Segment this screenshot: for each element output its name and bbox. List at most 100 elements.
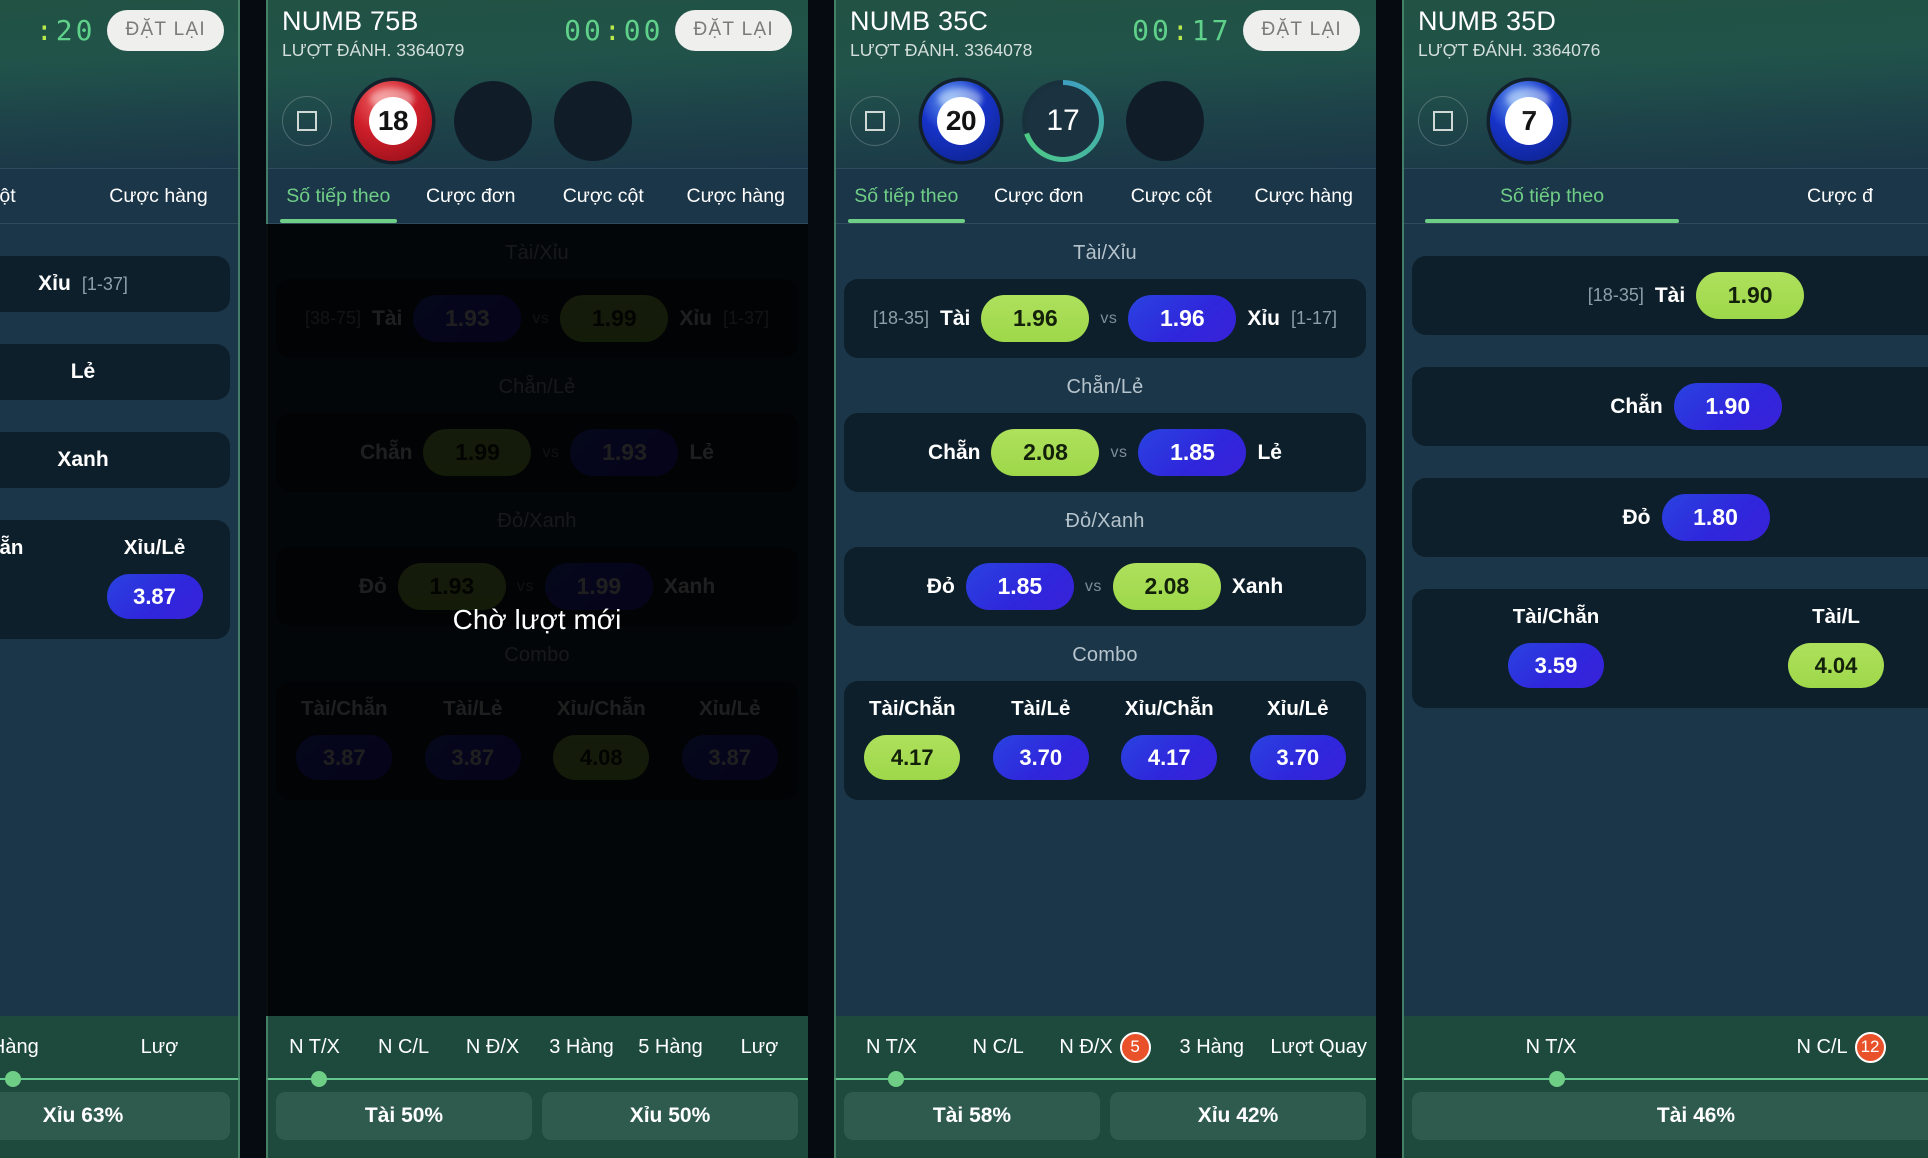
- draw-balls-row: 7: [1402, 74, 1928, 168]
- waiting-text: Chờ lượt mới: [452, 604, 622, 635]
- left-option-label: Chẵn: [927, 440, 981, 464]
- tab-3[interactable]: Cược hàng: [670, 169, 803, 223]
- left-odds-button[interactable]: 1.90: [1673, 383, 1782, 430]
- history-tab-label: N Đ/X: [1059, 1035, 1113, 1058]
- bet-row-line: [18-35] Tài 1.96 vs 1.96 Xỉu [1-17]: [854, 295, 1356, 342]
- combo-odds-button[interactable]: 4.04: [1788, 643, 1884, 688]
- history-tab-1[interactable]: N C/L: [359, 1036, 448, 1059]
- section-title-0: Tài/Xỉu: [1073, 242, 1137, 264]
- bet-row-line: Đỏ 1.85 vs 2.08 Xanh: [854, 563, 1356, 610]
- tab-2[interactable]: Cược cột: [537, 169, 670, 223]
- left-odds-button[interactable]: 1.90: [1696, 272, 1805, 319]
- panel-bottom: N T/X N C/L N Đ/X 3 Hàng 5 Hàng Lượ Tài 50% Xỉu…: [266, 1016, 808, 1158]
- history-tab-label: N T/X: [866, 1035, 917, 1058]
- history-tab-3[interactable]: 3 Hàng: [537, 1036, 626, 1059]
- expand-fullscreen-icon[interactable]: [850, 96, 900, 146]
- left-option-label: Chẵn: [1610, 394, 1663, 418]
- header-top-row: NUMB 75B LƯỢT ĐÁNH. 3364079 00:00 ĐẶT LẠI: [266, 0, 808, 74]
- combo-odds-button[interactable]: 3.70: [992, 735, 1089, 780]
- left-odds-button[interactable]: 2.08: [991, 429, 1100, 476]
- combo-odds-button[interactable]: 4.17: [864, 735, 961, 780]
- header-right: :20 ĐẶT LẠI: [36, 6, 224, 51]
- history-tab-0[interactable]: N T/X: [838, 1036, 945, 1059]
- bet-row-line: Lẻ: [0, 360, 220, 384]
- tab-0[interactable]: Số tiếp theo: [272, 169, 405, 223]
- left-odds-button[interactable]: 1.96: [981, 295, 1090, 342]
- right-odds-button[interactable]: 1.96: [1128, 295, 1237, 342]
- tab-2[interactable]: Cược cột: [1105, 169, 1238, 223]
- round-number: LƯỢT ĐÁNH. 3364078: [850, 40, 1033, 60]
- combo-odds-button[interactable]: 3.87: [106, 574, 203, 619]
- countdown-timer: 00:17: [1132, 14, 1231, 47]
- history-tab-label: N C/L: [1796, 1035, 1848, 1058]
- tab-0[interactable]: ột: [0, 169, 83, 223]
- history-tab-2[interactable]: N Đ/X: [448, 1036, 537, 1059]
- combo-odds-button[interactable]: 3.70: [1249, 735, 1346, 780]
- history-tab-4[interactable]: 5 Hàng: [626, 1036, 715, 1059]
- history-tab-label: N Đ/X: [465, 1035, 520, 1058]
- history-tab-0[interactable]: N T/X: [1406, 1036, 1696, 1059]
- expand-fullscreen-icon[interactable]: [1418, 96, 1468, 146]
- panel-header: NUMB 35D LƯỢT ĐÁNH. 3364076 7: [1402, 0, 1928, 168]
- stat-percentages: Xỉu 63%: [0, 1080, 240, 1158]
- combo-option-2: Xỉu/Chẵn 4.17: [1105, 697, 1234, 780]
- bet-row-line: [18-35] Tài 1.90: [1422, 272, 1928, 319]
- stat-pct-0: Xỉu 63%: [0, 1092, 230, 1140]
- right-odds-button[interactable]: 1.85: [1138, 429, 1247, 476]
- left-odds-button[interactable]: 1.85: [965, 563, 1074, 610]
- tab-1[interactable]: Cược hàng: [83, 169, 234, 223]
- game-name: NUMB 35D: [1418, 6, 1557, 36]
- tab-1[interactable]: Cược đơn: [405, 169, 538, 223]
- bet-type-tabs: Số tiếp theo Cược đơn Cược cột Cược hàng: [834, 168, 1376, 224]
- history-tab-1[interactable]: Lượ: [83, 1036, 236, 1059]
- reset-bet-button[interactable]: ĐẶT LẠI: [107, 10, 224, 51]
- tab-0[interactable]: Số tiếp theo: [1408, 169, 1696, 223]
- history-tab-4[interactable]: Lượt Quay: [1265, 1036, 1372, 1059]
- left-odds-button[interactable]: 1.80: [1661, 494, 1770, 541]
- history-tab-0[interactable]: N T/X: [270, 1036, 359, 1059]
- combo-odds-button[interactable]: 4.17: [1121, 735, 1218, 780]
- history-tabs: N T/X N C/L N Đ/X 5 3 Hàng Lượt Quay: [834, 1016, 1376, 1078]
- active-tab-dot: [4, 1071, 21, 1087]
- history-tab-5[interactable]: Lượ: [715, 1036, 804, 1059]
- reset-bet-button[interactable]: ĐẶT LẠI: [1243, 10, 1360, 51]
- section-title-1: [0, 312, 230, 344]
- right-odds-button[interactable]: 2.08: [1112, 563, 1221, 610]
- combo-odds-button[interactable]: 3.59: [1508, 643, 1604, 688]
- header-right: 00:00 ĐẶT LẠI: [564, 6, 792, 51]
- tab-1[interactable]: Cược đơn: [973, 169, 1106, 223]
- timer-colon: :: [35, 14, 56, 47]
- combo-option-0: Tài/Chẵn 3.59: [1416, 605, 1696, 688]
- tab-3[interactable]: Cược hàng: [1238, 169, 1371, 223]
- history-tab-1[interactable]: N C/L 12: [1696, 1031, 1928, 1063]
- combo-option-3: Xỉu/Lẻ 3.70: [1234, 697, 1363, 780]
- left-range: [18-35]: [1587, 285, 1644, 305]
- history-tab-3[interactable]: 3 Hàng: [1158, 1036, 1265, 1059]
- history-tab-label: 5 Hàng: [0, 1035, 39, 1058]
- reset-bet-button[interactable]: ĐẶT LẠI: [675, 10, 792, 51]
- combo-option-1: Xỉu/Lẻ 3.87: [83, 536, 226, 619]
- draw-balls-row: [0, 74, 240, 168]
- right-option-label: Xanh: [1231, 574, 1284, 598]
- bet-row-line: Xỉu [1-37]: [0, 272, 220, 296]
- section-title-1: [1412, 335, 1928, 367]
- combo-row: ẵn Xỉu/Lẻ 3.87: [0, 520, 230, 639]
- stat-pct-1: Xỉu 42%: [1110, 1092, 1366, 1140]
- history-tab-2[interactable]: N Đ/X 5: [1052, 1031, 1159, 1063]
- expand-fullscreen-icon[interactable]: [282, 96, 332, 146]
- bet-row-2: Đỏ 1.80: [1412, 478, 1928, 557]
- tab-1[interactable]: Cược đ: [1696, 169, 1928, 223]
- ball-number: 7: [1505, 97, 1553, 145]
- panel-header: NUMB 75B LƯỢT ĐÁNH. 3364079 00:00 ĐẶT LẠI 18: [266, 0, 808, 168]
- section-title-1: Chẵn/Lẻ: [1066, 376, 1144, 398]
- history-tab-0[interactable]: 5 Hàng: [0, 1036, 83, 1059]
- tab-0[interactable]: Số tiếp theo: [840, 169, 973, 223]
- history-tab-1[interactable]: N C/L: [945, 1036, 1052, 1059]
- betting-board: Xỉu [1-37] Lẻ Xanh ẵn Xỉu/Lẻ 3.87: [0, 224, 240, 1016]
- combo-row: Tài/Chẵn 3.59 Tài/L 4.04: [1412, 589, 1928, 708]
- header-right: 00:17 ĐẶT LẠI: [1132, 6, 1360, 51]
- section-title-0: [1412, 224, 1928, 256]
- history-tab-label: N C/L: [972, 1035, 1024, 1058]
- timer-seconds: 00: [623, 14, 664, 47]
- panel-bottom: N T/X N C/L 12 Tài 46%: [1402, 1016, 1928, 1158]
